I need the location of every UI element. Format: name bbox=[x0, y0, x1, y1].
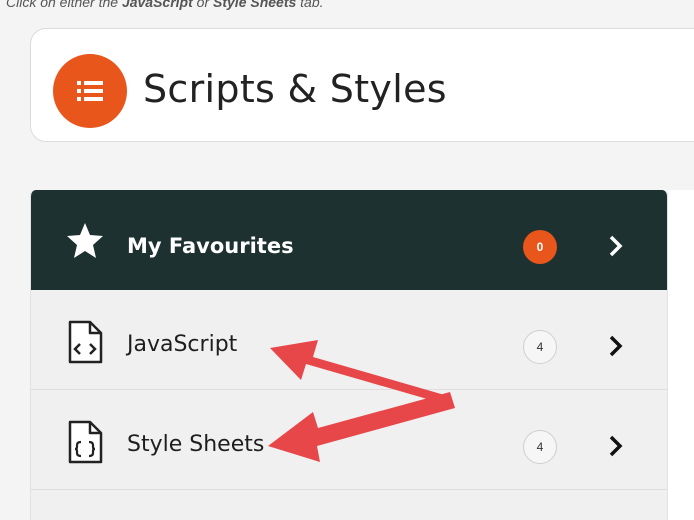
sidebar-item-style-sheets[interactable]: Style Sheets 4 bbox=[31, 390, 667, 490]
content-area bbox=[668, 190, 694, 520]
caption-js-term: JavaScript bbox=[121, 0, 193, 10]
page-header: Scripts & Styles bbox=[30, 28, 694, 142]
instruction-caption: Click on either the JavaScript or Style … bbox=[6, 0, 324, 10]
sidebar-item-label: My Favourites bbox=[127, 234, 294, 258]
count-badge: 4 bbox=[523, 430, 557, 464]
chevron-right-icon bbox=[607, 434, 625, 458]
list-icon bbox=[53, 54, 127, 128]
sidebar-item-label: JavaScript bbox=[127, 332, 238, 357]
braces-file-icon bbox=[65, 420, 105, 464]
caption-text: Click on either the bbox=[6, 0, 122, 10]
caption-text: tab. bbox=[296, 0, 324, 10]
sidebar-menu: My Favourites 0 JavaScript 4 Style Sheet… bbox=[30, 190, 668, 520]
caption-css-term: Style Sheets bbox=[213, 0, 297, 10]
code-file-icon bbox=[65, 320, 105, 364]
page-title: Scripts & Styles bbox=[143, 67, 447, 111]
chevron-right-icon bbox=[607, 334, 625, 358]
count-badge: 4 bbox=[523, 330, 557, 364]
chevron-right-icon bbox=[607, 234, 625, 258]
star-icon bbox=[65, 220, 105, 260]
caption-text: or bbox=[192, 0, 214, 10]
sidebar-item-label: Style Sheets bbox=[127, 432, 265, 457]
sidebar-item-javascript[interactable]: JavaScript 4 bbox=[31, 290, 667, 390]
count-badge: 0 bbox=[523, 230, 557, 264]
sidebar-item-favourites[interactable]: My Favourites 0 bbox=[31, 190, 667, 290]
